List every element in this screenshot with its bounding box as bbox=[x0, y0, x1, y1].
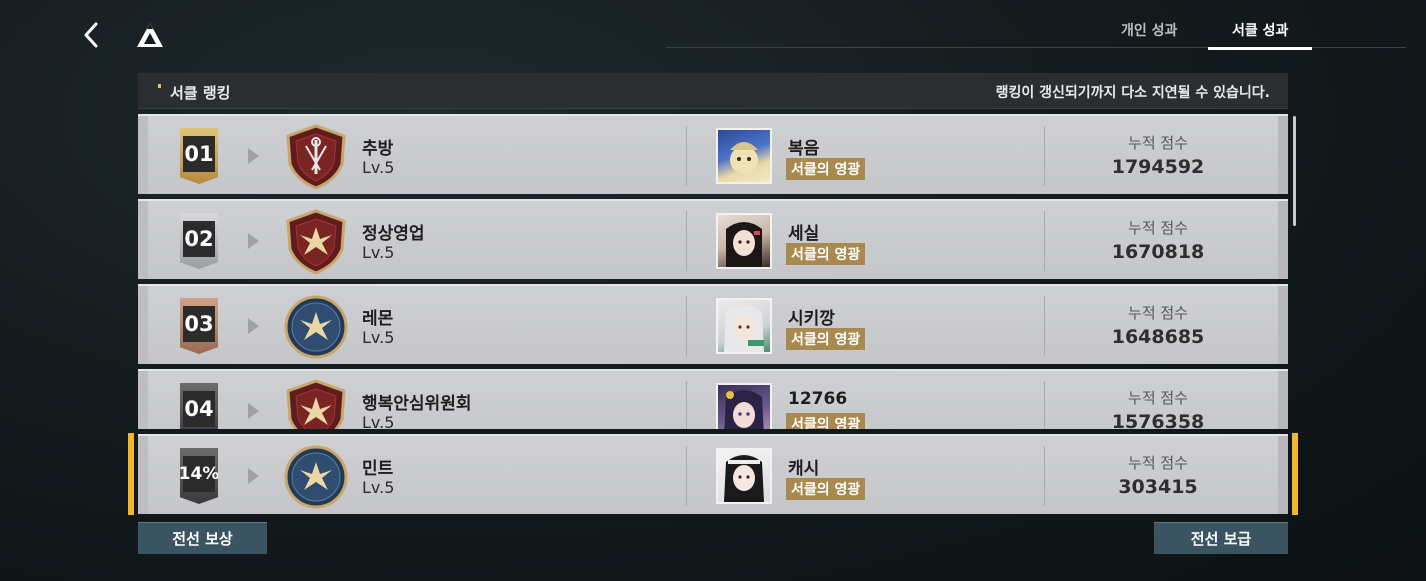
leader-title-badge: 서클의 영광 bbox=[786, 243, 866, 265]
row-edge bbox=[1278, 286, 1288, 364]
leader-title-badge: 서클의 영광 bbox=[786, 478, 866, 500]
leader-name: 복음 bbox=[788, 139, 820, 159]
score-value: 303415 bbox=[1118, 476, 1198, 498]
circle-name: 정상영업 bbox=[362, 224, 425, 244]
column-divider bbox=[1044, 296, 1045, 356]
leader-avatar[interactable] bbox=[716, 298, 772, 354]
leader-name: 캐시 bbox=[788, 459, 820, 479]
rank-number: 03 bbox=[183, 306, 215, 342]
circle-level: Lv.5 bbox=[362, 413, 395, 429]
expand-arrow-icon[interactable] bbox=[248, 233, 259, 249]
rank-badge: 14% bbox=[180, 448, 218, 504]
rank-number: 02 bbox=[183, 221, 215, 257]
ranking-row[interactable]: 04 행복안심위원회 Lv.5 12766 서클의 영광 누적 점수 15763… bbox=[138, 369, 1288, 429]
rank-badge: 03 bbox=[180, 298, 218, 354]
score-value: 1576358 bbox=[1111, 411, 1205, 429]
circle-level: Lv.5 bbox=[362, 158, 395, 177]
circle-level: Lv.5 bbox=[362, 243, 395, 262]
expand-arrow-icon[interactable] bbox=[248, 318, 259, 334]
leader-avatar[interactable] bbox=[716, 383, 772, 429]
column-divider bbox=[686, 381, 687, 429]
row-edge bbox=[138, 286, 148, 364]
rank-badge: 04 bbox=[180, 383, 218, 429]
ranking-row[interactable]: 02 정상영업 Lv.5 세실 서클의 영광 누적 점수 1670818 bbox=[138, 199, 1288, 279]
leader-name: 12766 bbox=[788, 389, 848, 409]
ranking-delay-note: 랭킹이 갱신되기까지 다소 지연될 수 있습니다. bbox=[995, 85, 1270, 101]
rank-number: 01 bbox=[183, 136, 215, 172]
score-value: 1794592 bbox=[1111, 156, 1205, 178]
game-logo-icon bbox=[134, 20, 166, 52]
column-divider bbox=[686, 211, 687, 271]
column-divider bbox=[686, 296, 687, 356]
highlight-bar-right bbox=[1292, 433, 1298, 515]
row-edge bbox=[1278, 116, 1288, 194]
circle-level: Lv.5 bbox=[362, 328, 395, 347]
row-edge bbox=[1278, 436, 1288, 514]
back-button[interactable] bbox=[78, 18, 110, 52]
row-edge bbox=[1278, 201, 1288, 279]
row-edge bbox=[138, 436, 148, 514]
frontline-supply-button[interactable]: 전선 보급 bbox=[1154, 522, 1288, 554]
ranking-title: 서클 랭킹 bbox=[157, 84, 231, 102]
score-value: 1648685 bbox=[1111, 326, 1205, 348]
circle-name: 레몬 bbox=[362, 309, 394, 329]
rank-number: 04 bbox=[183, 391, 215, 427]
rank-badge: 02 bbox=[180, 213, 218, 269]
column-divider bbox=[1044, 211, 1045, 271]
chevron-left-icon bbox=[84, 22, 98, 48]
score-label: 누적 점수 bbox=[1128, 219, 1188, 237]
tab-personal[interactable]: 개인 성과 bbox=[1121, 20, 1177, 40]
score-label: 누적 점수 bbox=[1128, 454, 1188, 472]
rank-badge: 01 bbox=[180, 128, 218, 184]
expand-arrow-icon[interactable] bbox=[248, 403, 259, 419]
expand-arrow-icon[interactable] bbox=[248, 468, 259, 484]
ranking-row[interactable]: 03 레몬 Lv.5 시키깡 서클의 영광 누적 점수 1648685 bbox=[138, 284, 1288, 364]
red-shield-eagle-icon bbox=[284, 379, 348, 429]
my-circle-row[interactable]: 14% 민트 Lv.5 캐시 서클의 영광 누적 점수 303415 bbox=[128, 433, 1298, 515]
leader-name: 시키깡 bbox=[788, 309, 835, 329]
leader-title-badge: 서클의 영광 bbox=[786, 158, 866, 180]
my-circle-card[interactable]: 14% 민트 Lv.5 캐시 서클의 영광 누적 점수 303415 bbox=[138, 434, 1288, 514]
rank-percentile: 14% bbox=[180, 456, 218, 492]
column-divider bbox=[1044, 381, 1045, 429]
row-edge bbox=[1278, 371, 1288, 429]
circle-name: 민트 bbox=[362, 459, 394, 479]
row-edge bbox=[138, 371, 148, 429]
row-edge bbox=[138, 201, 148, 279]
red-shield-eagle-icon bbox=[284, 209, 348, 275]
column-divider bbox=[1044, 446, 1045, 506]
score-value: 1670818 bbox=[1111, 241, 1205, 263]
frontline-reward-button[interactable]: 전선 보상 bbox=[138, 522, 267, 554]
blue-circle-eagle-icon bbox=[284, 294, 348, 360]
leader-avatar[interactable] bbox=[716, 128, 772, 184]
column-divider bbox=[686, 446, 687, 506]
tab-circle[interactable]: 서클 성과 bbox=[1207, 20, 1313, 50]
expand-arrow-icon[interactable] bbox=[248, 148, 259, 164]
score-label: 누적 점수 bbox=[1128, 304, 1188, 322]
leader-avatar[interactable] bbox=[716, 448, 772, 504]
score-label: 누적 점수 bbox=[1128, 389, 1188, 407]
leader-avatar[interactable] bbox=[716, 213, 772, 269]
circle-name: 추방 bbox=[362, 139, 394, 159]
ranking-scrollbar[interactable] bbox=[1293, 116, 1296, 226]
score-label: 누적 점수 bbox=[1128, 134, 1188, 152]
leader-title-badge: 서클의 영광 bbox=[786, 413, 866, 429]
ranking-header: 서클 랭킹 랭킹이 갱신되기까지 다소 지연될 수 있습니다. bbox=[138, 73, 1288, 109]
column-divider bbox=[686, 126, 687, 186]
circle-level: Lv.5 bbox=[362, 478, 395, 497]
leader-name: 세실 bbox=[788, 224, 820, 244]
column-divider bbox=[1044, 126, 1045, 186]
row-edge bbox=[138, 116, 148, 194]
circle-name: 행복안심위원회 bbox=[362, 394, 472, 414]
performance-tabs: 개인 성과 서클 성과 bbox=[666, 12, 1426, 50]
ranking-row[interactable]: 01 추방 Lv.5 복음 서클의 영광 누적 점수 1794592 bbox=[138, 114, 1288, 194]
blue-circle-eagle-icon bbox=[284, 444, 348, 510]
ranking-list[interactable]: 01 추방 Lv.5 복음 서클의 영광 누적 점수 1794592 02 정상… bbox=[138, 114, 1288, 429]
red-shield-swords-icon bbox=[284, 124, 348, 190]
leader-title-badge: 서클의 영광 bbox=[786, 328, 866, 350]
highlight-bar-left bbox=[128, 433, 134, 515]
